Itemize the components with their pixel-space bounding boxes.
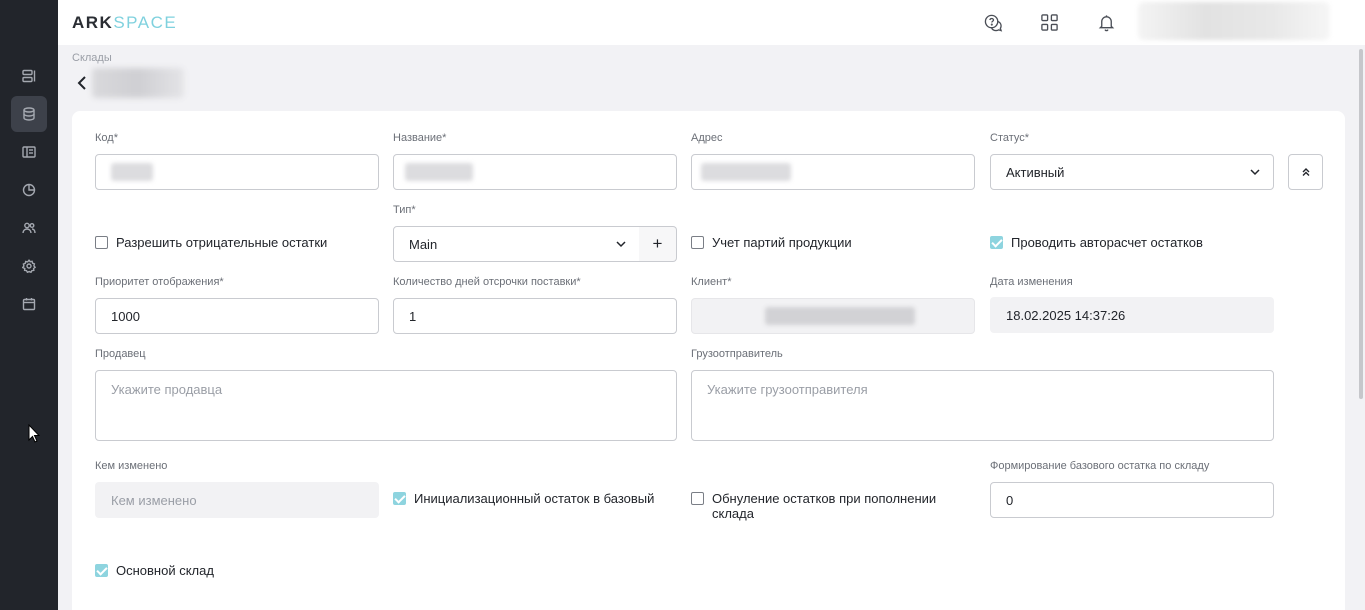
priority-label: Приоритет отображения* [95, 276, 224, 288]
gear-icon [22, 259, 36, 273]
status-value: Активный [1006, 164, 1065, 180]
sidebar-item-reports[interactable] [11, 172, 47, 208]
chevron-left-icon [77, 76, 86, 90]
status-select[interactable]: Активный [990, 154, 1274, 190]
sidebar-item-layout[interactable] [11, 134, 47, 170]
apps-grid-icon[interactable] [1039, 12, 1059, 32]
add-type-button[interactable]: + [639, 226, 677, 262]
database-icon [23, 107, 35, 121]
sidebar-item-list[interactable] [11, 58, 47, 94]
sidebar [0, 0, 58, 610]
collapse-button[interactable] [1288, 154, 1323, 190]
reset-on-refill-label: Обнуление остатков при пополнении склада [712, 491, 937, 521]
checkbox-box[interactable] [393, 492, 406, 505]
type-select[interactable]: Main [393, 226, 640, 262]
shipper-textarea[interactable]: Укажите грузоотправителя [691, 370, 1274, 441]
breadcrumb[interactable]: Склады [72, 52, 112, 64]
checkbox-box[interactable] [691, 492, 704, 505]
client-input [691, 298, 975, 334]
code-input[interactable] [95, 154, 379, 190]
mouse-cursor-icon [28, 424, 40, 443]
chevron-down-icon [1249, 166, 1261, 178]
layout-icon [22, 146, 36, 158]
auto-calc-checkbox[interactable]: Проводить авторасчет остатков [990, 235, 1203, 250]
scrollbar-thumb[interactable] [1359, 49, 1363, 399]
shipper-placeholder: Укажите грузоотправителя [707, 382, 868, 397]
sidebar-item-users[interactable] [11, 210, 47, 246]
changed-date-label: Дата изменения [990, 276, 1073, 288]
name-label: Название* [393, 132, 447, 144]
allow-negative-checkbox[interactable]: Разрешить отрицательные остатки [95, 235, 327, 250]
chevrons-up-icon [1302, 168, 1309, 176]
changed-by-placeholder: Кем изменено [111, 492, 197, 508]
chevron-down-icon [615, 238, 627, 250]
seller-placeholder: Укажите продавца [111, 382, 223, 397]
bell-icon[interactable] [1096, 12, 1116, 32]
checkbox-box[interactable] [990, 236, 1003, 249]
base-balance-input[interactable]: 0 [990, 482, 1274, 518]
users-icon [22, 222, 36, 234]
address-label: Адрес [691, 132, 723, 144]
init-balance-checkbox[interactable]: Инициализационный остаток в базовый [393, 491, 654, 506]
auto-calc-label: Проводить авторасчет остатков [1011, 235, 1203, 250]
page-scrollbar[interactable] [1358, 45, 1365, 610]
seller-textarea[interactable]: Укажите продавца [95, 370, 677, 441]
sidebar-item-calendar[interactable] [11, 286, 47, 322]
main-warehouse-checkbox[interactable]: Основной склад [95, 563, 214, 578]
address-input[interactable] [691, 154, 975, 190]
sidebar-item-warehouses[interactable] [11, 96, 47, 132]
delay-days-input[interactable]: 1 [393, 298, 677, 334]
delay-days-label: Количество дней отсрочки поставки* [393, 276, 581, 288]
allow-negative-label: Разрешить отрицательные остатки [116, 235, 328, 250]
back-button[interactable] [76, 76, 90, 92]
client-label: Клиент* [691, 276, 732, 288]
main-warehouse-label: Основной склад [116, 563, 214, 578]
page-title [92, 68, 184, 98]
checkbox-box[interactable] [95, 236, 108, 249]
batch-tracking-label: Учет партий продукции [712, 235, 852, 250]
batch-tracking-checkbox[interactable]: Учет партий продукции [691, 235, 852, 250]
reset-on-refill-checkbox[interactable]: Обнуление остатков при пополнении склада [691, 491, 936, 521]
type-value: Main [409, 236, 438, 252]
list-icon [22, 69, 36, 83]
app-logo[interactable]: ARKSPACE [72, 13, 177, 33]
init-balance-label: Инициализационный остаток в базовый [414, 491, 655, 506]
base-balance-label: Формирование базового остатка по складу [990, 460, 1210, 472]
pie-chart-icon [22, 183, 36, 197]
checkbox-box[interactable] [691, 236, 704, 249]
warehouse-form-card: Код* Название* Адрес Статус* Активный Ра… [72, 111, 1345, 610]
top-header: ARKSPACE [58, 0, 1365, 45]
shipper-label: Грузоотправитель [691, 348, 783, 360]
changed-date-field: 18.02.2025 14:37:26 [990, 297, 1274, 333]
seller-label: Продавец [95, 348, 146, 360]
help-chat-icon[interactable] [983, 12, 1003, 32]
status-label: Статус* [990, 132, 1030, 144]
changed-by-field: Кем изменено [95, 482, 379, 518]
type-label: Тип* [393, 204, 416, 216]
calendar-icon [22, 298, 36, 311]
user-profile-menu[interactable] [1138, 2, 1330, 40]
priority-input[interactable]: 1000 [95, 298, 379, 334]
changed-by-label: Кем изменено [95, 460, 168, 472]
sidebar-item-settings[interactable] [11, 248, 47, 284]
checkbox-box[interactable] [95, 564, 108, 577]
code-label: Код* [95, 132, 118, 144]
name-input[interactable] [393, 154, 677, 190]
